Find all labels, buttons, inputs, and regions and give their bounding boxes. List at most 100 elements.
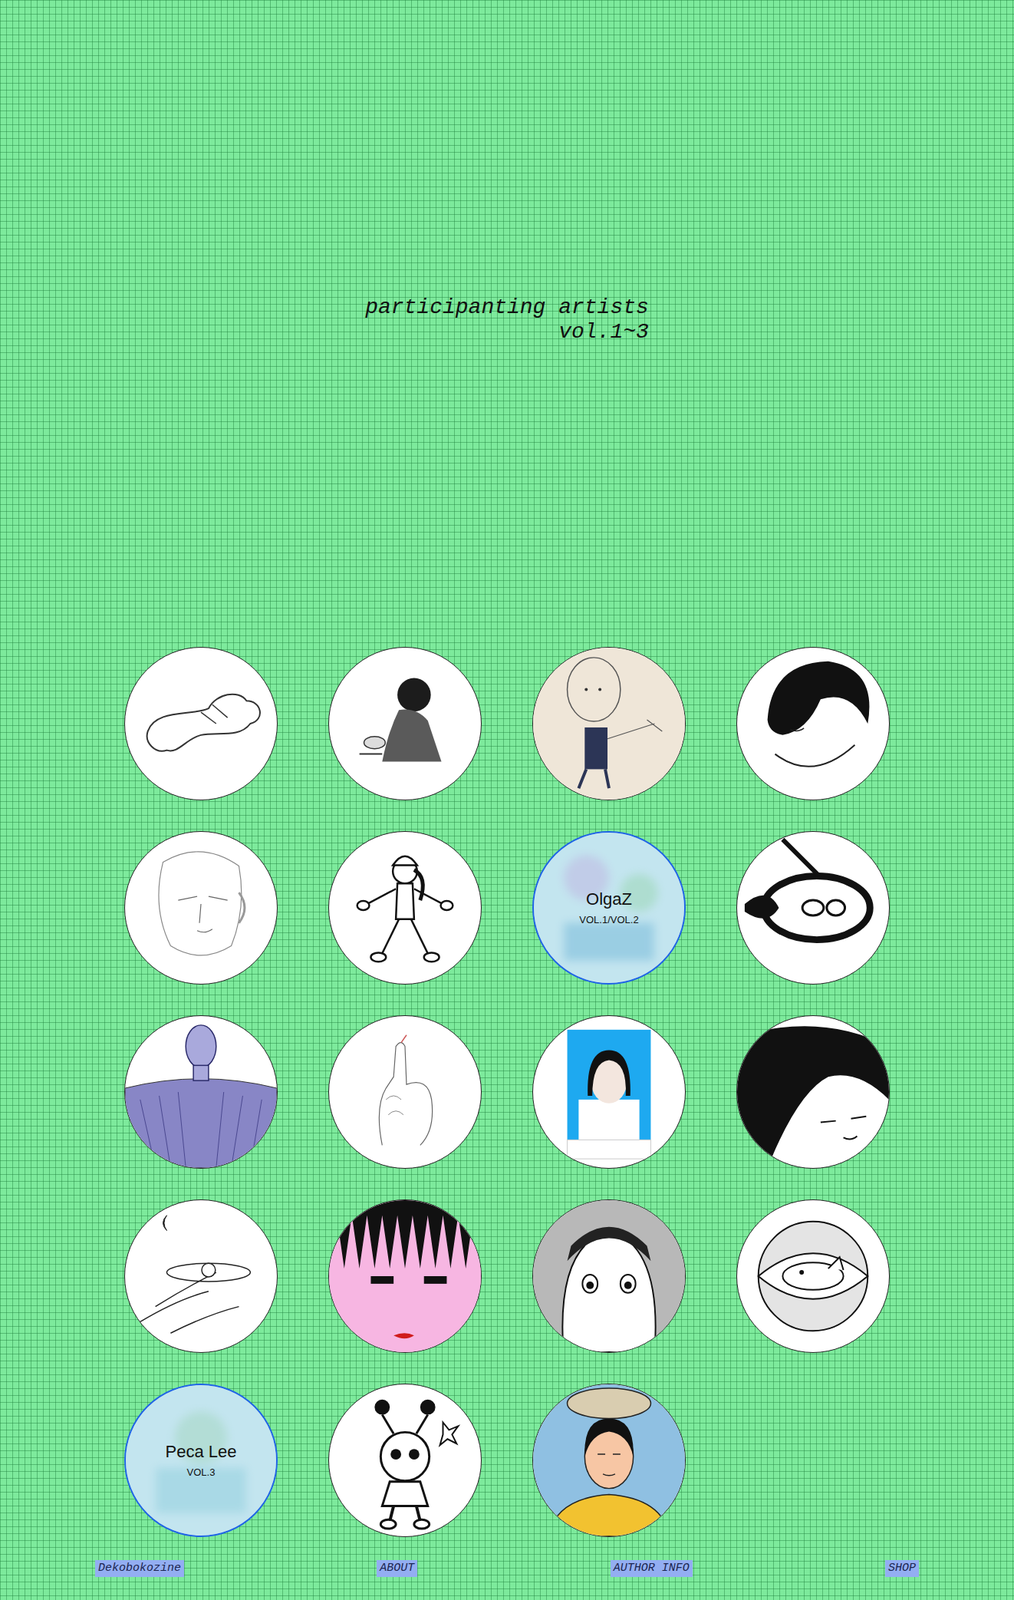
portrait-shape: [125, 1078, 277, 1168]
portrait-shape: [357, 900, 370, 910]
portrait-shape: [389, 1504, 421, 1521]
portrait-shape: [147, 694, 261, 751]
portrait-shape: [393, 1332, 415, 1338]
portrait-shape: [390, 1448, 402, 1459]
portrait-shape: [767, 661, 870, 735]
portrait-shape: [598, 687, 602, 691]
portrait-shape: [201, 1262, 216, 1277]
portrait-shape: [381, 708, 442, 761]
artist-circle[interactable]: [328, 1198, 482, 1353]
artist-circle[interactable]: [736, 830, 890, 985]
portrait-shape: [370, 1275, 394, 1284]
portrait-shape: [533, 1199, 685, 1352]
artist-circle[interactable]: [532, 1198, 686, 1353]
portrait-shape: [440, 1422, 459, 1446]
title: participanting artistsvol.1~3: [365, 295, 649, 345]
portrait-shape: [802, 899, 824, 916]
portrait-shape: [737, 1025, 889, 1168]
artist-circle[interactable]: [736, 1014, 890, 1169]
portrait-shape: [775, 744, 856, 767]
nav-link[interactable]: ABOUT: [376, 1559, 418, 1577]
portrait-shape: [533, 647, 685, 800]
artist-circle[interactable]: OlgaZ VOL.1/VOL.2: [532, 830, 686, 985]
artist-circle[interactable]: [736, 1198, 890, 1353]
artist-portrait-icon: [533, 1199, 685, 1352]
artist-circle[interactable]: [328, 1382, 482, 1537]
portrait-shape: [758, 1221, 869, 1331]
portrait-shape: [578, 768, 610, 788]
portrait-shape: [826, 899, 846, 916]
nav-link[interactable]: SHOP: [885, 1559, 919, 1577]
portrait-shape: [158, 851, 242, 955]
artist-circle[interactable]: [328, 830, 482, 985]
page: participanting artistsvol.1~3 OlgaZ VOL.1/…: [0, 0, 1014, 1600]
artist-circle[interactable]: [532, 1382, 686, 1537]
portrait-shape: [414, 1518, 430, 1528]
portrait-shape: [533, 1383, 685, 1536]
artist-portrait-icon: [125, 647, 277, 800]
portrait-shape: [782, 839, 821, 878]
portrait-shape: [392, 855, 418, 866]
nav-link[interactable]: Dekobokozine: [95, 1559, 185, 1577]
artist-circle[interactable]: [736, 646, 890, 801]
artist-circle[interactable]: [124, 646, 278, 801]
portrait-shape: [380, 1518, 396, 1528]
portrait-shape: [140, 1271, 240, 1333]
artist-portrait-icon: [533, 1015, 685, 1168]
artist-circle[interactable]: [124, 1014, 278, 1169]
artist-circle[interactable]: Peca Lee VOL.3: [124, 1382, 278, 1537]
artist-circle[interactable]: [124, 1198, 278, 1353]
title-line: participanting artists: [365, 295, 649, 320]
artist-circle[interactable]: [532, 646, 686, 801]
artist-volumes: VOL.1/VOL.2: [579, 913, 639, 926]
portrait-shape: [763, 875, 871, 939]
title-block: participanting artistsvol.1~3: [0, 295, 1014, 345]
portrait-shape: [424, 1275, 448, 1284]
portrait-shape: [364, 736, 386, 749]
nav-link[interactable]: AUTHOR INFO: [610, 1559, 693, 1577]
portrait-shape: [177, 895, 228, 932]
portrait-shape: [329, 1199, 481, 1352]
artist-name: Peca Lee: [165, 1441, 238, 1462]
portrait-shape: [397, 678, 432, 712]
artist-circle[interactable]: [532, 1014, 686, 1169]
portrait-shape: [578, 1099, 639, 1140]
artist-portrait-icon: [329, 647, 481, 800]
artist-circle[interactable]: [124, 830, 278, 985]
portrait-shape: [381, 1414, 428, 1434]
portrait-shape: [620, 1274, 636, 1293]
portrait-shape: [548, 1494, 670, 1536]
portrait-shape: [586, 1280, 594, 1289]
portrait-shape: [567, 1387, 652, 1419]
portrait-shape: [359, 753, 383, 755]
artist-volumes: VOL.3: [187, 1465, 216, 1479]
portrait-shape: [584, 687, 588, 691]
portrait-shape: [820, 1116, 866, 1140]
artist-portrait-icon: [533, 647, 685, 800]
artist-overlay: Peca Lee VOL.3: [125, 1384, 277, 1535]
artist-portrait-icon: [737, 647, 889, 800]
artist-portrait-icon: [329, 1383, 481, 1536]
portrait-shape: [567, 1226, 652, 1261]
portrait-shape: [584, 727, 608, 769]
artist-name: OlgaZ: [586, 888, 633, 909]
portrait-shape: [140, 1091, 262, 1168]
artist-portrait-icon: [329, 831, 481, 984]
portrait-shape: [567, 1029, 652, 1140]
artist-portrait-icon: [533, 1383, 685, 1536]
portrait-shape: [185, 1024, 217, 1067]
artist-grid: OlgaZ VOL.1/VOL.2 Peca Lee VOL.3: [0, 646, 1014, 1537]
artist-portrait-icon: [329, 1015, 481, 1168]
portrait-shape: [374, 1399, 390, 1415]
portrait-shape: [597, 1453, 621, 1475]
portrait-shape: [239, 892, 245, 923]
artist-circle[interactable]: [328, 646, 482, 801]
portrait-shape: [744, 895, 780, 919]
portrait-shape: [582, 1274, 598, 1293]
portrait-shape: [378, 1042, 432, 1146]
portrait-shape: [193, 1064, 209, 1080]
artist-circle[interactable]: [328, 1014, 482, 1169]
portrait-shape: [408, 1448, 420, 1459]
portrait-shape: [799, 1269, 804, 1275]
portrait-shape: [567, 657, 621, 721]
